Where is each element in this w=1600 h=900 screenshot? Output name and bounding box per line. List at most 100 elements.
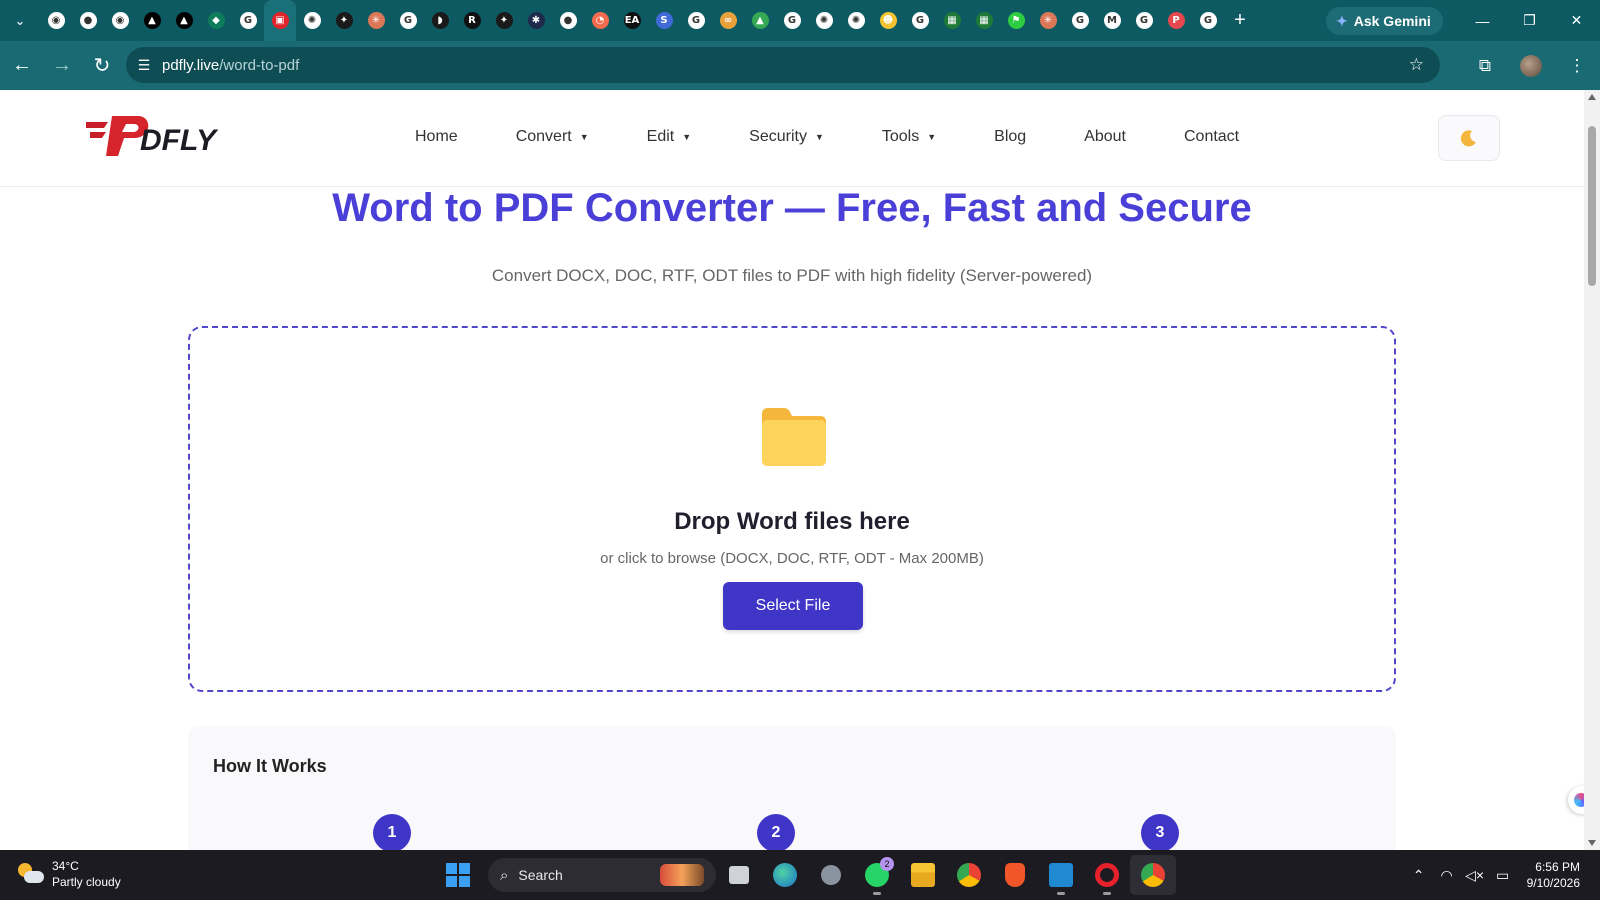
nav-link-home[interactable]: Home xyxy=(415,128,458,146)
browser-tab[interactable]: G xyxy=(232,0,264,41)
floating-assistant-button[interactable] xyxy=(1568,786,1584,814)
browser-tab[interactable]: ◔ xyxy=(584,0,616,41)
browser-tab[interactable]: G xyxy=(904,0,936,41)
speaker-muted-icon[interactable]: ◁× xyxy=(1461,867,1489,884)
scroll-down-arrow-icon[interactable] xyxy=(1588,840,1596,846)
nav-link-edit[interactable]: Edit ▼ xyxy=(647,128,692,146)
select-file-button[interactable]: Select File xyxy=(723,582,863,630)
tab-list: ◉ ● ◉ ▲ ▲ ◆ G ▣ ✺ ✦ ✳ G ◗ R ✦ ✱ ● ◔ EA S G ∞ ▲ G ✺ ✺ ☻ G ▦ ▦ ⚑ ✳ G M G P G xyxy=(40,0,1224,41)
browser-tab[interactable]: ◉ xyxy=(40,0,72,41)
browser-tab[interactable]: M xyxy=(1096,0,1128,41)
weather-widget[interactable]: 34°C Partly cloudy xyxy=(18,858,121,890)
chrome-icon[interactable] xyxy=(946,855,992,895)
browser-tab[interactable]: ● xyxy=(72,0,104,41)
browser-tab[interactable]: G xyxy=(680,0,712,41)
browser-tab[interactable]: ▦ xyxy=(968,0,1000,41)
file-explorer-icon[interactable] xyxy=(900,855,946,895)
browser-tab[interactable]: ✱ xyxy=(520,0,552,41)
nav-link-label: Convert xyxy=(515,128,572,145)
minimize-button[interactable]: — xyxy=(1459,0,1506,41)
address-bar[interactable]: ☰ pdfly.live/word-to-pdf ☆ xyxy=(126,47,1440,83)
browser-tab[interactable]: ▲ xyxy=(136,0,168,41)
wifi-icon[interactable]: ◠ xyxy=(1433,867,1461,884)
browser-tab[interactable]: ▦ xyxy=(936,0,968,41)
bookmark-star-icon[interactable]: ☆ xyxy=(1409,55,1424,75)
nav-link-about[interactable]: About xyxy=(1084,128,1126,146)
browser-tab[interactable]: ✳ xyxy=(360,0,392,41)
perplexity-icon: ✱ xyxy=(527,12,545,29)
nav-link-convert[interactable]: Convert ▼ xyxy=(516,128,589,146)
browser-tab[interactable]: ◉ xyxy=(104,0,136,41)
browser-tab[interactable]: ✳ xyxy=(1032,0,1064,41)
forward-button[interactable]: → xyxy=(44,48,80,84)
browser-tab[interactable]: ☻ xyxy=(872,0,904,41)
nav-link-blog[interactable]: Blog xyxy=(994,128,1026,146)
chrome-active-icon[interactable] xyxy=(1130,855,1176,895)
browser-tab[interactable]: ⚑ xyxy=(1000,0,1032,41)
battery-icon[interactable]: ▭ xyxy=(1489,867,1517,884)
browser-tab[interactable]: P xyxy=(1160,0,1192,41)
browser-tab[interactable]: G xyxy=(392,0,424,41)
theme-toggle-button[interactable] xyxy=(1438,115,1500,161)
opera-icon[interactable] xyxy=(1084,855,1130,895)
browser-tab[interactable]: G xyxy=(1064,0,1096,41)
browser-tab[interactable]: ◗ xyxy=(424,0,456,41)
browser-tab[interactable]: G xyxy=(1192,0,1224,41)
nav-link-security[interactable]: Security ▼ xyxy=(749,128,824,146)
gemini-icon: ✦ xyxy=(495,12,513,29)
file-dropzone[interactable]: Drop Word files here or click to browse … xyxy=(188,326,1396,692)
browser-menu-icon[interactable]: ⋮ xyxy=(1554,56,1600,76)
browser-tab[interactable]: G xyxy=(776,0,808,41)
task-view-icon[interactable] xyxy=(716,855,762,895)
ask-gemini-button[interactable]: ✦ Ask Gemini xyxy=(1326,7,1443,35)
gmail-icon: M xyxy=(1103,12,1121,29)
browser-tab[interactable]: ✦ xyxy=(328,0,360,41)
browser-tab[interactable]: ▲ xyxy=(744,0,776,41)
page-scrollbar[interactable] xyxy=(1584,90,1600,850)
nav-link-label: Home xyxy=(415,128,458,145)
browser-tab[interactable]: ▲ xyxy=(168,0,200,41)
windows-start-button[interactable] xyxy=(438,855,478,895)
scrollbar-thumb[interactable] xyxy=(1588,126,1596,286)
browser-tab[interactable]: ∞ xyxy=(712,0,744,41)
claude-icon: ✳ xyxy=(367,12,385,29)
clock-icon: ◔ xyxy=(591,12,609,29)
settings-gear-icon[interactable] xyxy=(808,855,854,895)
extensions-icon[interactable]: ⧉ xyxy=(1462,56,1508,76)
nav-link-contact[interactable]: Contact xyxy=(1184,128,1239,146)
browser-tab[interactable]: ◆ xyxy=(200,0,232,41)
browser-tab[interactable]: EA xyxy=(616,0,648,41)
taskbar-search-box[interactable]: ⌕ Search xyxy=(488,858,716,892)
browser-tab[interactable]: ✺ xyxy=(296,0,328,41)
browser-tab[interactable]: ✦ xyxy=(488,0,520,41)
svg-text:DFLY: DFLY xyxy=(140,124,219,157)
brave-icon[interactable] xyxy=(992,855,1038,895)
pdfly-logo[interactable]: DFLY xyxy=(86,114,236,160)
edge-icon[interactable] xyxy=(762,855,808,895)
browser-tab[interactable]: ✺ xyxy=(808,0,840,41)
close-window-button[interactable]: ✕ xyxy=(1553,0,1600,41)
tab-search-dropdown-icon[interactable]: ⌄ xyxy=(0,0,40,41)
google-icon: G xyxy=(1071,12,1089,29)
whatsapp-icon[interactable]: 2 xyxy=(854,855,900,895)
site-settings-icon[interactable]: ☰ xyxy=(126,57,162,74)
profile-avatar[interactable] xyxy=(1520,54,1542,77)
restore-button[interactable]: ❐ xyxy=(1506,0,1553,41)
taskbar-clock[interactable]: 6:56 PM 9/10/2026 xyxy=(1527,859,1580,891)
nav-link-tools[interactable]: Tools ▼ xyxy=(882,128,936,146)
chevron-up-icon[interactable]: ⌃ xyxy=(1405,867,1433,884)
browser-tab[interactable]: G xyxy=(1128,0,1160,41)
new-tab-button[interactable]: + xyxy=(1224,0,1256,41)
browser-tab[interactable]: R xyxy=(456,0,488,41)
dropzone-title: Drop Word files here xyxy=(674,508,910,535)
browser-tab[interactable]: ● xyxy=(552,0,584,41)
scroll-up-arrow-icon[interactable] xyxy=(1588,94,1596,100)
flag-icon: ⚑ xyxy=(1007,12,1025,29)
browser-tab[interactable]: ✺ xyxy=(840,0,872,41)
back-button[interactable]: ← xyxy=(4,48,40,84)
reload-button[interactable]: ↻ xyxy=(84,48,120,84)
vscode-icon[interactable] xyxy=(1038,855,1084,895)
ea-icon: EA xyxy=(623,12,641,29)
browser-tab[interactable]: ▣ xyxy=(264,0,296,41)
browser-tab[interactable]: S xyxy=(648,0,680,41)
